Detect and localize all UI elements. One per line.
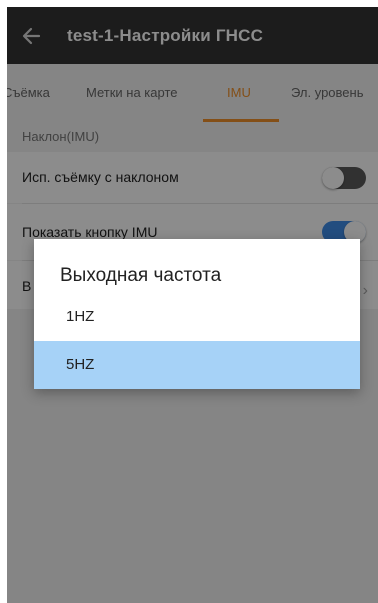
screen: test-1-Настройки ГНСС Съёмка Метки на ка… (7, 7, 378, 603)
option-5hz[interactable]: 5HZ (34, 341, 360, 389)
dialog-title: Выходная частота (60, 265, 222, 286)
option-1hz[interactable]: 1HZ (34, 293, 360, 341)
frequency-dialog: Выходная частота 1HZ 5HZ (34, 239, 360, 389)
